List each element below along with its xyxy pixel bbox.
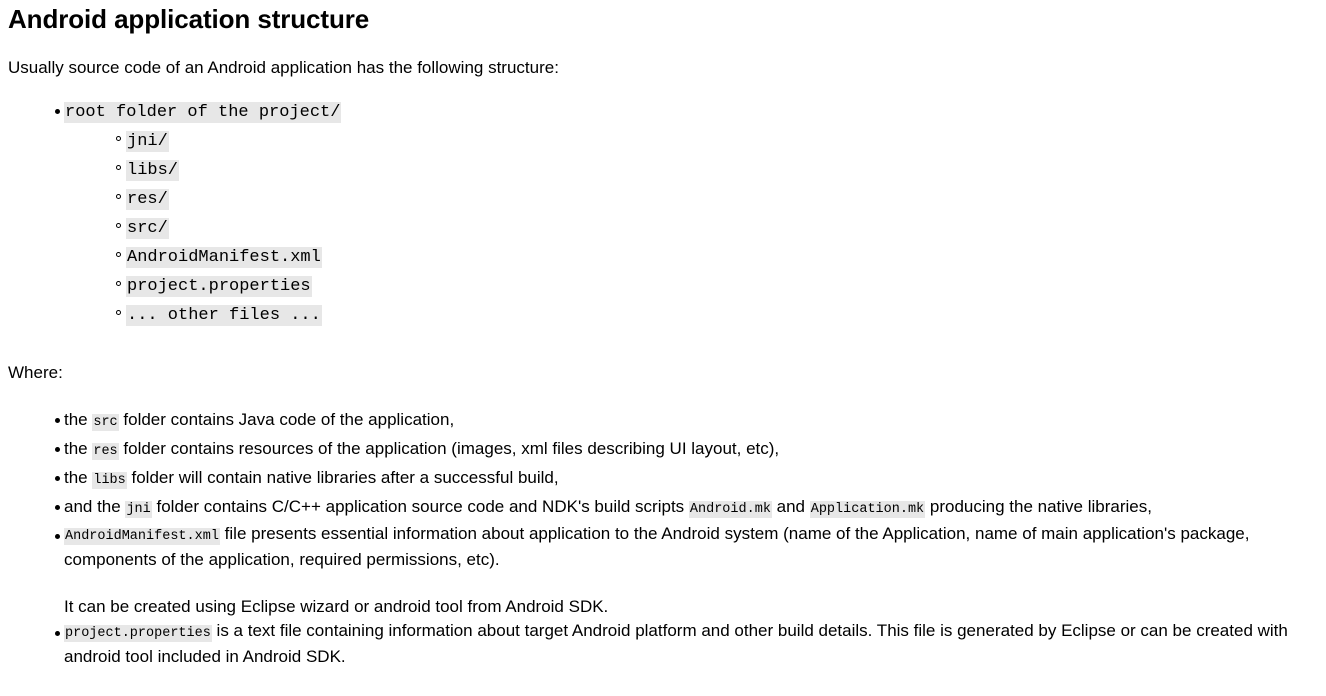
where-label: Where:	[8, 363, 63, 382]
inline-code: AndroidManifest.xml	[64, 528, 220, 545]
list-item-android-manifest: AndroidManifest.xml	[64, 241, 1318, 270]
code-libs: libs/	[126, 160, 180, 181]
where-item-res: the res folder contains resources of the…	[8, 434, 1318, 463]
project-structure-sublist: jni/ libs/ res/ src/ AndroidManifest.xml…	[64, 125, 1318, 328]
where-item-project-properties: project.properties is a text file contai…	[8, 618, 1318, 670]
where-item-android-manifest-note: It can be created using Eclipse wizard o…	[64, 597, 609, 616]
where-description-list: the src folder contains Java code of the…	[8, 405, 1318, 670]
inline-code: src	[92, 414, 119, 431]
inline-code: Android.mk	[688, 501, 772, 518]
document-page: Android application structure Usually so…	[0, 0, 1326, 670]
list-item-libs: libs/	[64, 154, 1318, 183]
inline-code: libs	[92, 472, 127, 489]
inline-code: jni	[125, 501, 152, 518]
intro-paragraph: Usually source code of an Android applic…	[8, 58, 559, 77]
where-item-jni-text: and the jni folder contains C/C++ applic…	[64, 497, 1152, 518]
code-res: res/	[126, 189, 169, 210]
code-root-folder: root folder of the project/	[64, 102, 342, 123]
where-item-libs-text: the libs folder will contain native libr…	[64, 468, 559, 489]
inline-code: res	[92, 443, 119, 460]
where-item-android-manifest-text: AndroidManifest.xml file presents essent…	[64, 524, 1250, 569]
list-item-root-folder: root folder of the project/ jni/ libs/ r…	[8, 99, 1318, 328]
inline-code: project.properties	[64, 625, 212, 642]
where-item-libs: the libs folder will contain native libr…	[8, 463, 1318, 492]
where-item-jni: and the jni folder contains C/C++ applic…	[8, 492, 1318, 521]
code-jni: jni/	[126, 131, 169, 152]
code-project-properties: project.properties	[126, 276, 312, 297]
page-title: Android application structure	[8, 4, 370, 34]
inline-code: Application.mk	[809, 501, 926, 518]
code-android-manifest: AndroidManifest.xml	[126, 247, 322, 268]
project-structure-list: root folder of the project/ jni/ libs/ r…	[8, 99, 1318, 328]
code-src: src/	[126, 218, 169, 239]
where-item-src-text: the src folder contains Java code of the…	[64, 410, 455, 431]
where-item-project-properties-text: project.properties is a text file contai…	[64, 621, 1288, 666]
list-item-project-properties: project.properties	[64, 270, 1318, 299]
list-item-src: src/	[64, 212, 1318, 241]
where-item-android-manifest: AndroidManifest.xml file presents essent…	[8, 521, 1318, 618]
list-item-res: res/	[64, 183, 1318, 212]
where-item-src: the src folder contains Java code of the…	[8, 405, 1318, 434]
where-item-res-text: the res folder contains resources of the…	[64, 439, 780, 460]
code-other-files: ... other files ...	[126, 305, 322, 326]
list-item-other-files: ... other files ...	[64, 299, 1318, 328]
list-item-jni: jni/	[64, 125, 1318, 154]
